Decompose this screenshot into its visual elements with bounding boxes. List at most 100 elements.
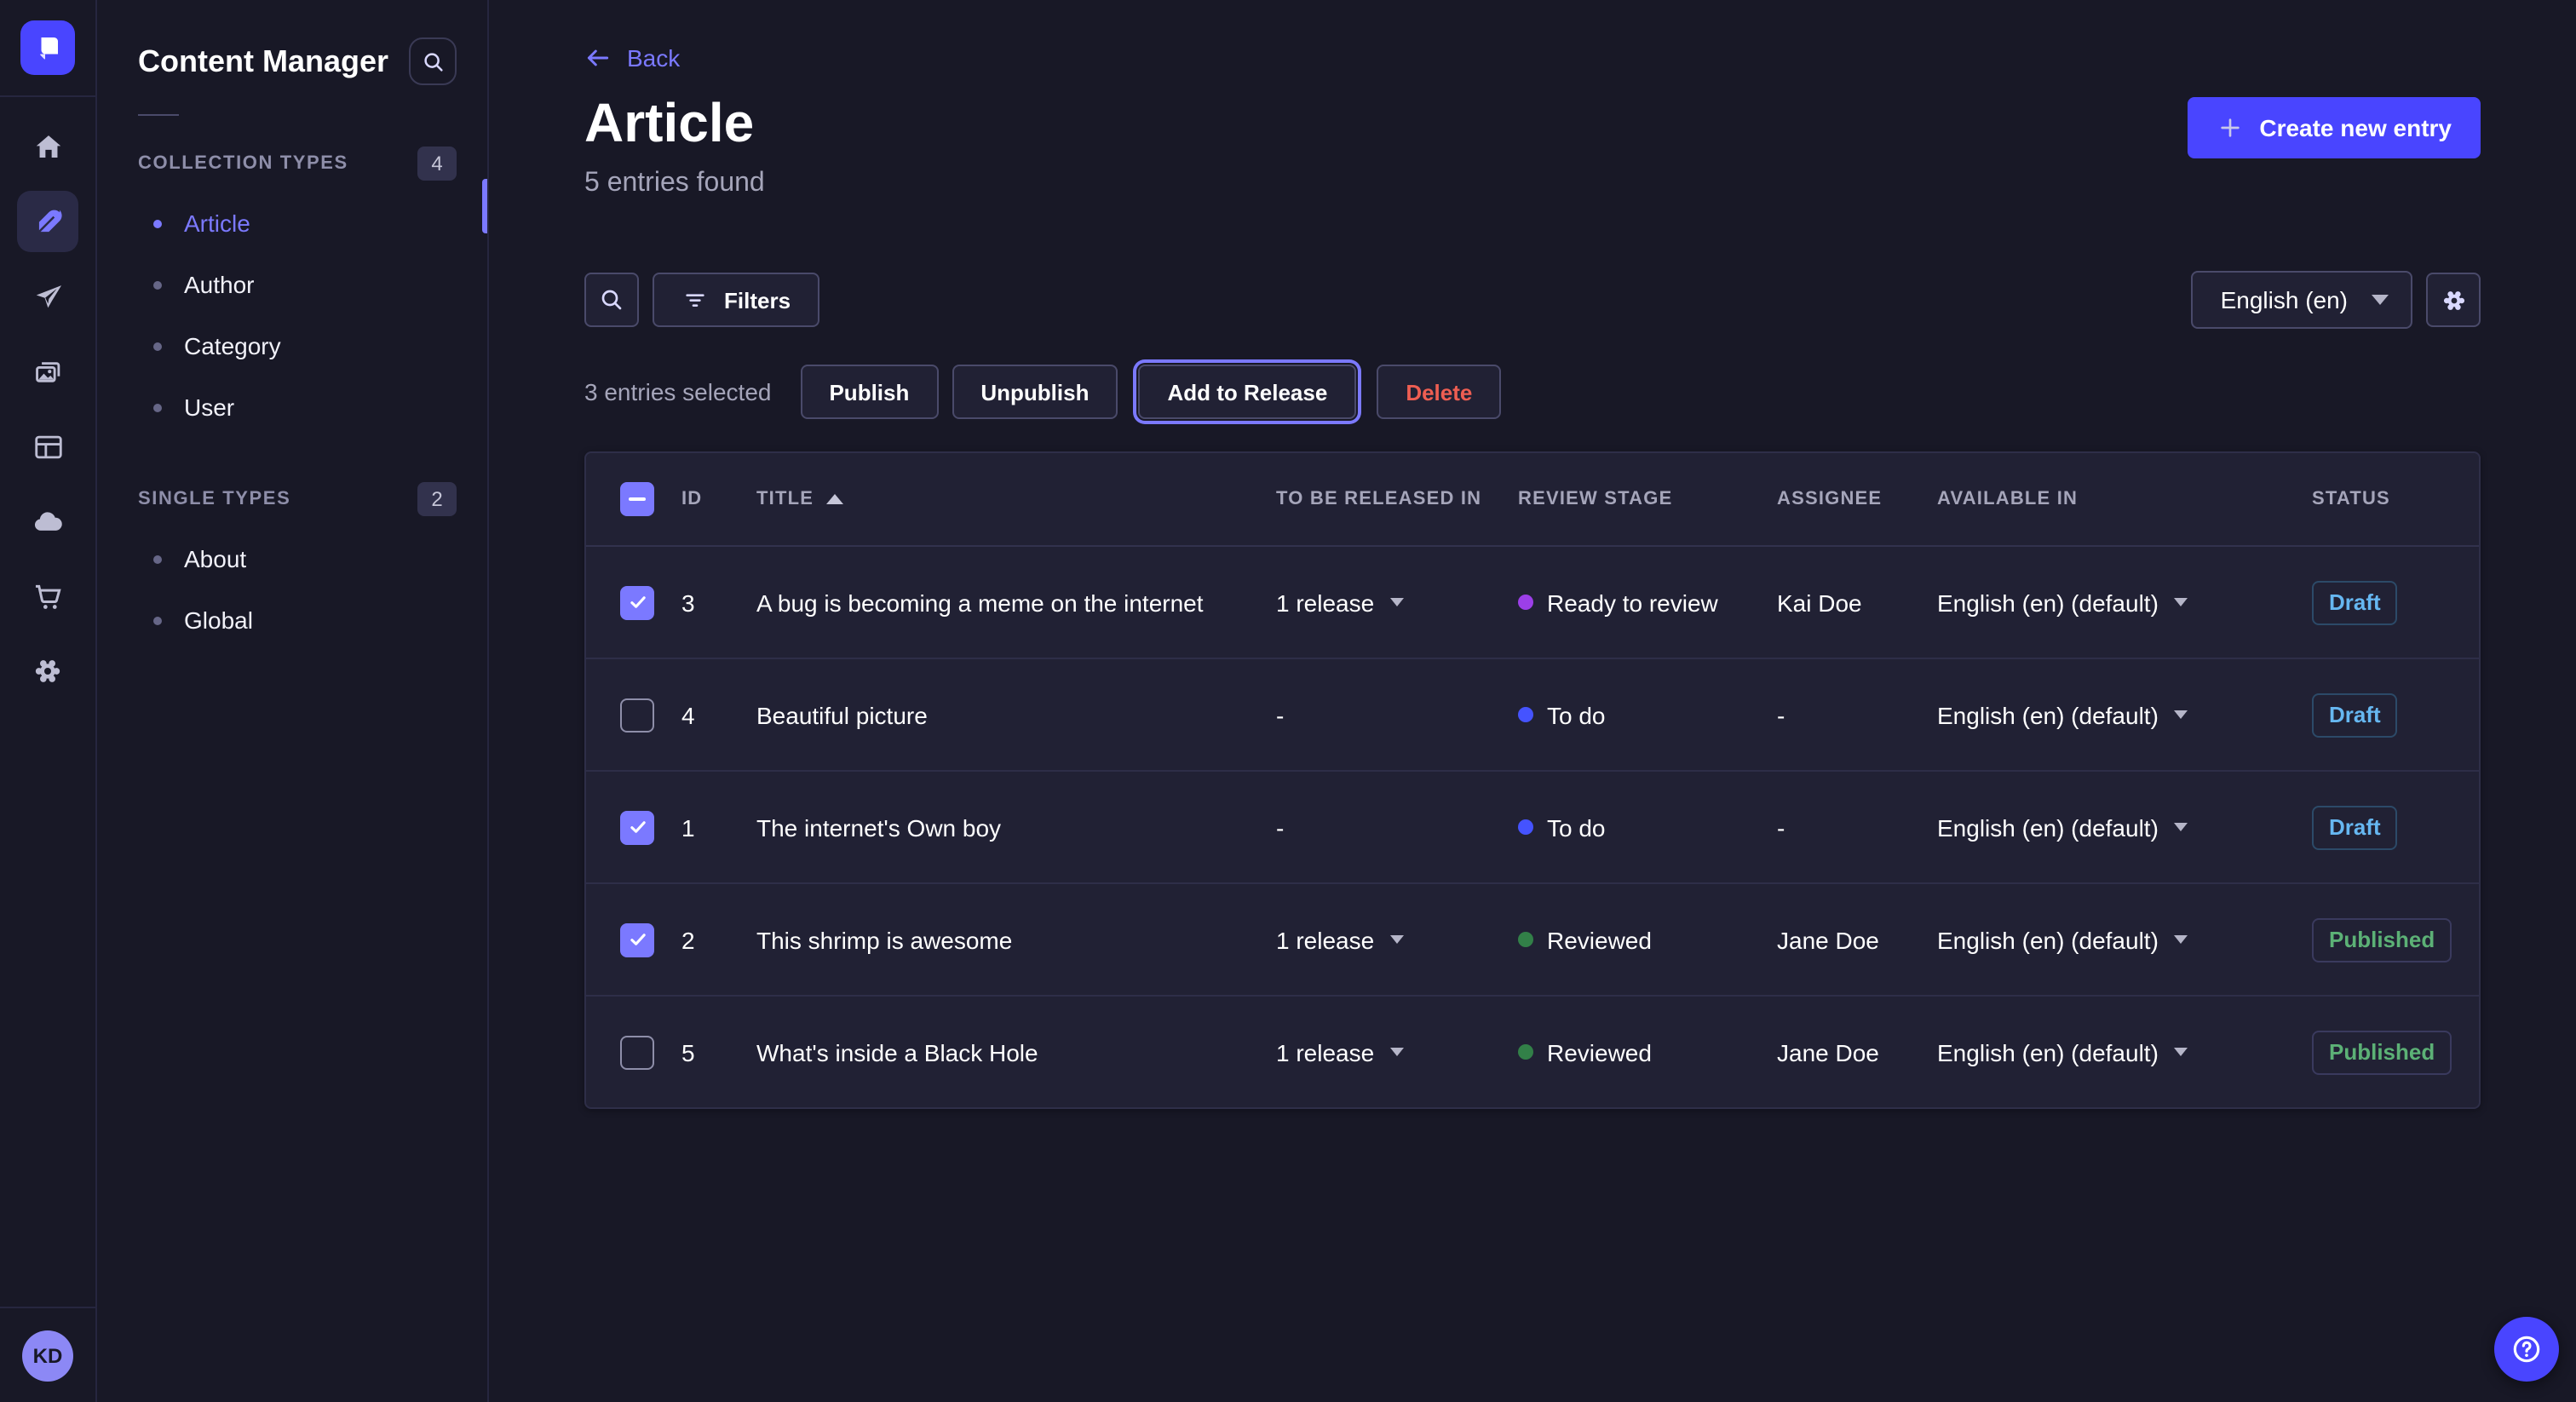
cell-title: A bug is becoming a meme on the internet (756, 589, 1276, 616)
row-checkbox[interactable] (620, 1035, 654, 1069)
nav-rail: KD (0, 0, 97, 1402)
rail-item-releases[interactable] (17, 266, 78, 327)
stage-label: To do (1547, 813, 1606, 841)
locale-value: English (en) (2221, 286, 2348, 313)
row-id: 5 (681, 1038, 695, 1066)
release-menu[interactable]: - (1276, 701, 1284, 728)
sidebar-item-label: About (184, 545, 246, 572)
row-title: The internet's Own boy (756, 813, 1001, 841)
row-locale: English (en) (default) (1937, 1038, 2159, 1066)
selection-count: 3 entries selected (584, 378, 771, 405)
row-checkbox[interactable] (620, 585, 654, 619)
release-menu[interactable]: 1 release (1276, 589, 1403, 616)
table-row[interactable]: 2 This shrimp is awesome 1 release Revie… (586, 884, 2479, 997)
selection-bar: 3 entries selected Publish Unpublish Add… (584, 365, 2481, 419)
release-menu[interactable]: - (1276, 813, 1284, 841)
stage-dot (1518, 819, 1533, 835)
strapi-logo[interactable] (20, 20, 75, 75)
release-menu[interactable]: 1 release (1276, 1038, 1403, 1066)
search-icon (598, 286, 625, 313)
sidebar-item-about[interactable]: About (97, 528, 487, 589)
add-to-release-button[interactable]: Add to Release (1138, 365, 1356, 419)
sidebar-item-user[interactable]: User (97, 376, 487, 438)
stage-dot (1518, 932, 1533, 947)
sidebar-item-global[interactable]: Global (97, 589, 487, 651)
cell-release: 1 release (1276, 1038, 1518, 1066)
rail-item-settings[interactable] (17, 641, 78, 702)
toolbar: Filters English (en) (584, 271, 2481, 329)
table-row[interactable]: 3 A bug is becoming a meme on the intern… (586, 547, 2479, 659)
cell-available: English (en) (default) (1937, 813, 2312, 841)
paper-plane-icon (32, 280, 64, 313)
rail-item-deploy[interactable] (17, 491, 78, 552)
sidebar-item-category[interactable]: Category (97, 315, 487, 376)
entries-count: 5 entries found (584, 169, 765, 199)
sidebar-divider (138, 114, 179, 116)
locale-menu[interactable]: English (en) (default) (1937, 701, 2188, 728)
table-row[interactable]: 4 Beautiful picture - To do - English (e… (586, 659, 2479, 772)
cell-title: The internet's Own boy (756, 813, 1276, 841)
rail-item-media-library[interactable] (17, 341, 78, 402)
select-all-checkbox[interactable] (620, 482, 654, 516)
back-arrow-icon (584, 44, 612, 72)
cell-select (586, 698, 681, 732)
locale-select[interactable]: English (en) (2192, 271, 2412, 329)
row-assignee: Jane Doe (1777, 1038, 1879, 1066)
row-id: 2 (681, 926, 695, 953)
row-title: Beautiful picture (756, 701, 928, 728)
row-checkbox[interactable] (620, 698, 654, 732)
help-button[interactable] (2494, 1317, 2559, 1382)
unpublish-button[interactable]: Unpublish (952, 365, 1118, 419)
cell-assignee: Kai Doe (1777, 589, 1937, 616)
header-cell-id: ID (681, 489, 756, 509)
bullet-icon (153, 403, 162, 411)
layout-icon (32, 430, 64, 463)
publish-button[interactable]: Publish (800, 365, 938, 419)
release-menu[interactable]: 1 release (1276, 926, 1403, 953)
table-row[interactable]: 5 What's inside a Black Hole 1 release R… (586, 997, 2479, 1107)
section-label: SINGLE TYPES (138, 489, 290, 509)
title-header-label: TITLE (756, 489, 814, 509)
create-new-entry-button[interactable]: Create new entry (2188, 97, 2481, 158)
title-block: Article 5 entries found (584, 94, 765, 199)
row-checkbox[interactable] (620, 922, 654, 957)
locale-menu[interactable]: English (en) (default) (1937, 813, 2188, 841)
delete-button[interactable]: Delete (1377, 365, 1501, 419)
sidebar-item-label: Category (184, 332, 281, 359)
locale-menu[interactable]: English (en) (default) (1937, 589, 2188, 616)
sidebar-search-button[interactable] (409, 37, 457, 85)
sidebar-header: Content Manager (97, 37, 487, 85)
locale-chevron-icon (2174, 710, 2188, 719)
user-avatar[interactable]: KD (22, 1330, 73, 1382)
locale-menu[interactable]: English (en) (default) (1937, 926, 2188, 953)
row-locale: English (en) (default) (1937, 589, 2159, 616)
table-row[interactable]: 1 The internet's Own boy - To do - Engli… (586, 772, 2479, 884)
row-title: What's inside a Black Hole (756, 1038, 1038, 1066)
header-cell-status: STATUS (2312, 489, 2479, 509)
filters-button[interactable]: Filters (653, 273, 819, 327)
rail-item-content-type-builder[interactable] (17, 416, 78, 477)
header-cell-title[interactable]: TITLE (756, 489, 1276, 509)
cell-title: This shrimp is awesome (756, 926, 1276, 953)
search-button[interactable] (584, 273, 639, 327)
rail-item-marketplace[interactable] (17, 566, 78, 627)
rail-item-content-manager[interactable] (17, 191, 78, 252)
rail-footer: KD (0, 1307, 95, 1402)
locale-chevron-icon (2174, 935, 2188, 944)
release-count: 1 release (1276, 926, 1374, 953)
header-cell-assignee: ASSIGNEE (1777, 489, 1937, 509)
view-settings-button[interactable] (2426, 273, 2481, 327)
rail-item-home[interactable] (17, 116, 78, 177)
single-types-list: About Global (97, 528, 487, 651)
cell-stage: To do (1518, 813, 1777, 841)
sidebar-item-author[interactable]: Author (97, 254, 487, 315)
row-checkbox[interactable] (620, 810, 654, 844)
release-count: - (1276, 813, 1284, 841)
cell-stage: Ready to review (1518, 589, 1777, 616)
back-button[interactable]: Back (584, 44, 680, 72)
bullet-icon (153, 554, 162, 563)
status-badge: Draft (2312, 692, 2398, 737)
row-title: This shrimp is awesome (756, 926, 1012, 953)
sidebar-item-article[interactable]: Article (97, 192, 487, 254)
locale-menu[interactable]: English (en) (default) (1937, 1038, 2188, 1066)
